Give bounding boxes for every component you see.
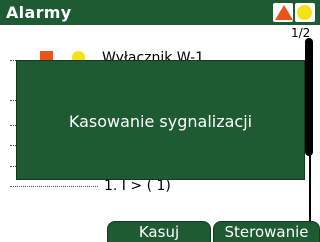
sterowanie-softkey[interactable]: Sterowanie [213,221,320,242]
title-bar: Alarmy [0,0,320,25]
message-dialog: Kasowanie sygnalizacji [16,60,305,180]
page-title: Alarmy [6,3,72,22]
warning-triangle-icon [275,5,293,20]
kasuj-softkey[interactable]: Kasuj [107,221,211,242]
status-circle-icon [297,5,312,20]
list-dotted-leader [10,186,98,187]
dialog-message: Kasowanie sygnalizacji [68,112,253,131]
scrollbar-thumb[interactable] [305,38,313,156]
list-item[interactable]: 1. I > ( 1) [104,178,171,194]
